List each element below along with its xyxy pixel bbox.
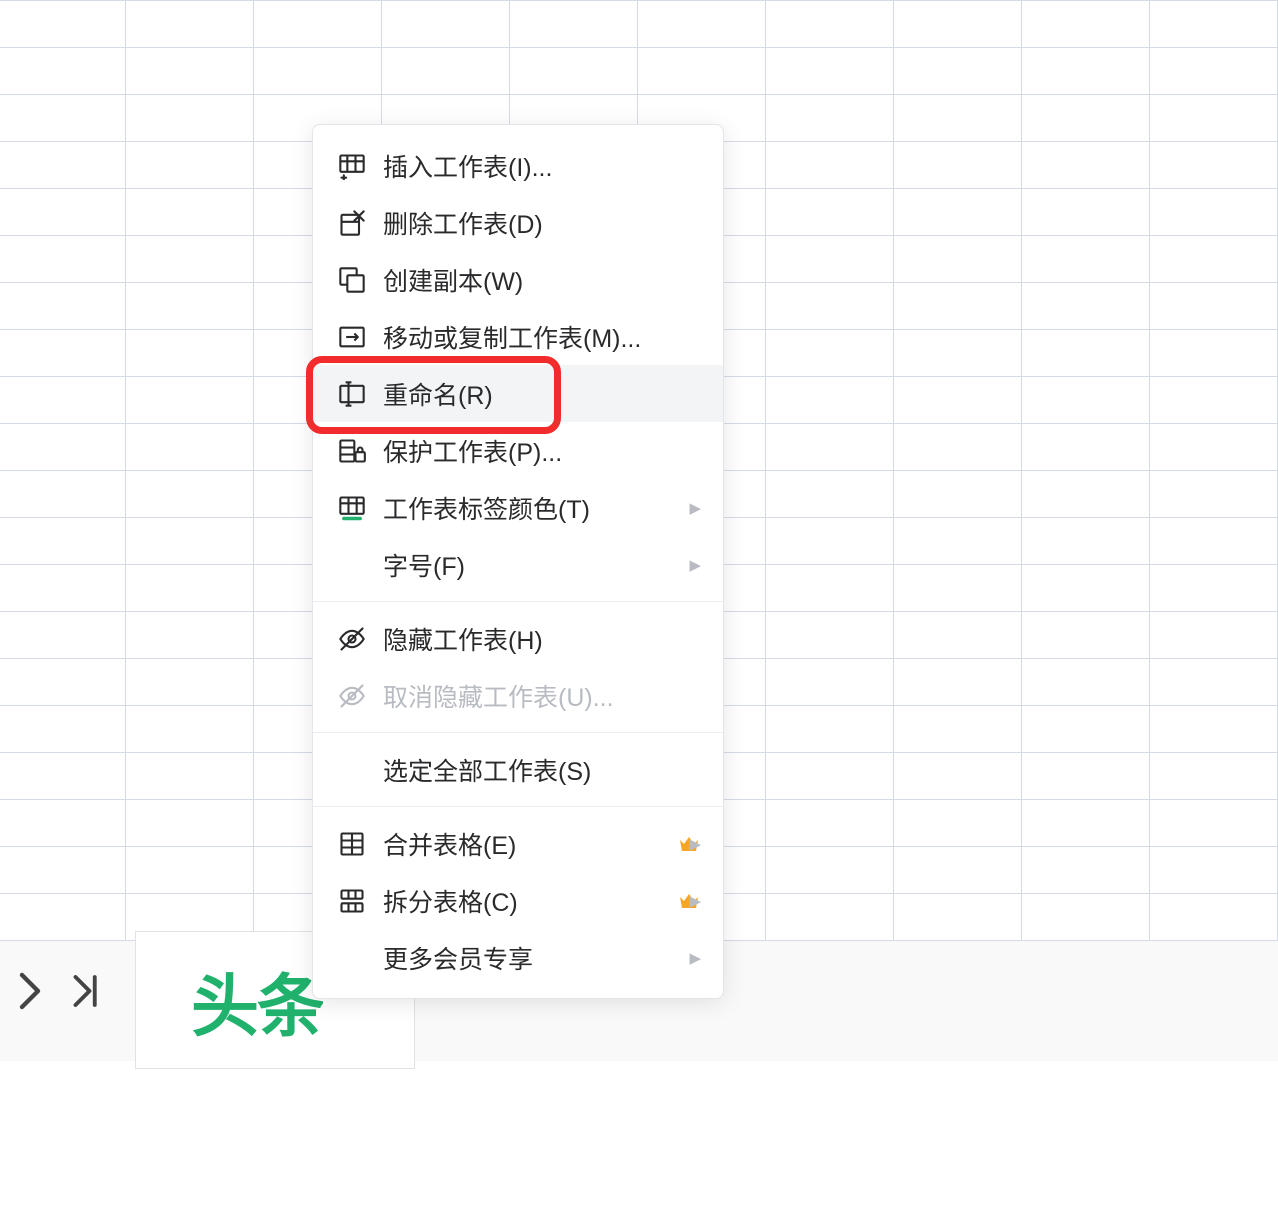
submenu-arrow-icon: ▶	[689, 499, 701, 517]
spacer-icon	[335, 753, 369, 787]
menu-item-protect-sheet[interactable]: 保护工作表(P)...	[313, 422, 723, 479]
menu-item-label: 重命名(R)	[383, 376, 701, 412]
menu-item-more-premium[interactable]: 更多会员专享 ▶	[313, 929, 723, 986]
submenu-arrow-icon: ▶	[689, 949, 701, 967]
sheet-context-menu: 插入工作表(I)... 删除工作表(D) 创建副本(W) 移动或复制工作表(M)…	[312, 124, 724, 999]
rename-icon	[335, 377, 369, 411]
menu-item-tab-color[interactable]: 工作表标签颜色(T) ▶	[313, 479, 723, 536]
menu-item-font-size[interactable]: 字号(F) ▶	[313, 536, 723, 593]
submenu-arrow-icon: ▶	[689, 556, 701, 574]
menu-item-label: 删除工作表(D)	[383, 205, 701, 241]
submenu-arrow-icon: ▶	[689, 892, 701, 910]
menu-item-label: 创建副本(W)	[383, 262, 701, 298]
sheet-nav-next-button[interactable]	[18, 971, 42, 1016]
sheet-nav-last-button[interactable]	[72, 971, 100, 1016]
menu-separator	[313, 601, 723, 602]
menu-item-label: 合并表格(E)	[383, 826, 663, 862]
tab-color-icon	[335, 491, 369, 525]
menu-item-label: 插入工作表(I)...	[383, 148, 701, 184]
delete-sheet-icon	[335, 206, 369, 240]
menu-item-label: 移动或复制工作表(M)...	[383, 319, 701, 355]
menu-item-label: 字号(F)	[383, 547, 701, 583]
menu-item-label: 更多会员专享	[383, 940, 701, 976]
menu-item-label: 保护工作表(P)...	[383, 433, 701, 469]
protect-sheet-icon	[335, 434, 369, 468]
menu-item-insert-sheet[interactable]: 插入工作表(I)...	[313, 137, 723, 194]
menu-item-rename[interactable]: 重命名(R)	[313, 365, 723, 422]
menu-separator	[313, 806, 723, 807]
menu-separator	[313, 732, 723, 733]
menu-item-select-all-sheets[interactable]: 选定全部工作表(S)	[313, 741, 723, 798]
copy-sheet-icon	[335, 263, 369, 297]
menu-item-create-copy[interactable]: 创建副本(W)	[313, 251, 723, 308]
menu-item-hide-sheet[interactable]: 隐藏工作表(H)	[313, 610, 723, 667]
move-sheet-icon	[335, 320, 369, 354]
menu-item-label: 工作表标签颜色(T)	[383, 490, 701, 526]
menu-item-label: 选定全部工作表(S)	[383, 752, 701, 788]
unhide-sheet-icon	[335, 679, 369, 713]
sheet-tab-label: 头条	[191, 951, 323, 1050]
menu-item-unhide-sheet: 取消隐藏工作表(U)...	[313, 667, 723, 724]
spacer-icon	[335, 941, 369, 975]
menu-item-label: 隐藏工作表(H)	[383, 621, 701, 657]
menu-item-split-table[interactable]: 拆分表格(C) ▶	[313, 872, 723, 929]
menu-item-label: 拆分表格(C)	[383, 883, 663, 919]
menu-item-merge-table[interactable]: 合并表格(E) ▶	[313, 815, 723, 872]
split-table-icon	[335, 884, 369, 918]
hide-sheet-icon	[335, 622, 369, 656]
spacer-icon	[335, 548, 369, 582]
menu-item-delete-sheet[interactable]: 删除工作表(D)	[313, 194, 723, 251]
submenu-arrow-icon: ▶	[689, 835, 701, 853]
menu-item-label: 取消隐藏工作表(U)...	[383, 678, 701, 714]
menu-item-move-copy[interactable]: 移动或复制工作表(M)...	[313, 308, 723, 365]
merge-table-icon	[335, 827, 369, 861]
insert-sheet-icon	[335, 149, 369, 183]
